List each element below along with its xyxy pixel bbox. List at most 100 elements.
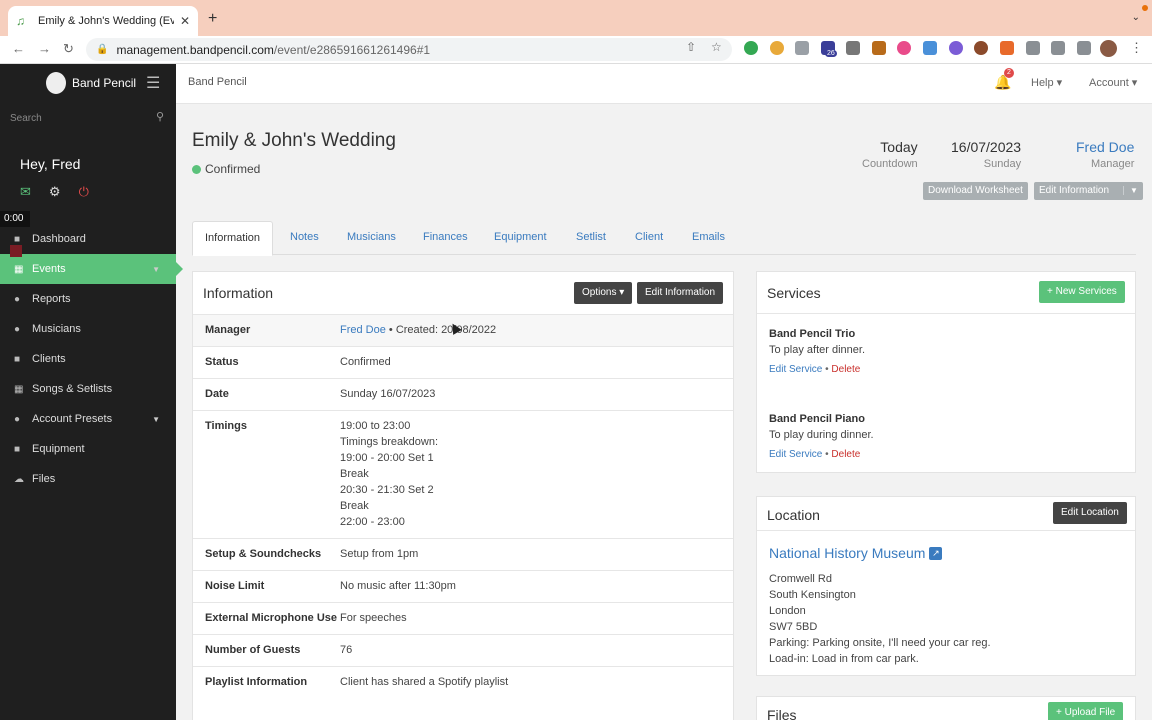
forward-icon[interactable]: → — [38, 41, 51, 56]
download-worksheet-button[interactable]: Download Worksheet — [923, 182, 1028, 200]
extension-camera-icon[interactable] — [846, 41, 860, 55]
list-item: Band Pencil Trio To play after dinner. E… — [769, 328, 866, 375]
music-icon: ▦ — [14, 383, 24, 395]
sidebar-item-dashboard[interactable]: ■ Dashboard — [0, 224, 176, 254]
sidebar-item-reports[interactable]: ● Reports — [0, 284, 176, 314]
chevron-down-icon: ▼ — [152, 414, 160, 424]
delete-service-link[interactable]: Delete — [831, 449, 860, 460]
tab-notes[interactable]: Notes — [290, 231, 319, 243]
sidebar-item-musicians[interactable]: ● Musicians — [0, 314, 176, 344]
table-row: Manager Fred Doe • Created: 20/08/2022 — [193, 314, 733, 346]
sidebar-item-equipment[interactable]: ■ Equipment — [0, 434, 176, 464]
search-icon[interactable]: ⚲ — [156, 110, 164, 123]
information-table: Manager Fred Doe • Created: 20/08/2022 S… — [193, 314, 733, 698]
manager-link[interactable]: Fred Doe — [340, 324, 386, 336]
extension-grey-icon[interactable] — [795, 41, 809, 55]
location-panel-header: Location Edit Location — [757, 497, 1135, 531]
gear-icon[interactable]: ⚙ — [49, 184, 61, 200]
sidebar-item-songs-setlists[interactable]: ▦ Songs & Setlists — [0, 374, 176, 404]
information-panel-header: Information Options ▾ Edit Information — [193, 272, 733, 314]
extension-home-icon[interactable] — [1000, 41, 1014, 55]
sidebar-item-account-presets[interactable]: ● Account Presets ▼ — [0, 404, 176, 434]
manager-link[interactable]: Fred Doe — [1076, 139, 1134, 155]
kebab-menu-icon[interactable]: ⋮ — [1130, 40, 1143, 56]
table-row: Playlist Information Client has shared a… — [193, 666, 733, 698]
status-dot-icon — [192, 164, 201, 174]
tab-information[interactable]: Information — [192, 221, 274, 256]
new-services-button[interactable]: + New Services — [1039, 281, 1125, 303]
reload-icon[interactable]: ↻ — [63, 41, 74, 57]
edit-information-button[interactable]: Edit Information — [637, 282, 724, 304]
sidepanel-icon[interactable] — [1077, 41, 1091, 55]
table-row: Timings 19:00 to 23:00 Timings breakdown… — [193, 410, 733, 538]
envelope-icon[interactable]: ✉ — [20, 184, 31, 200]
location-address: Cromwell Rd South Kensington London SW7 … — [769, 573, 991, 665]
breadcrumb[interactable]: Band Pencil — [188, 76, 247, 88]
bandpencil-favicon-icon: ♫ — [16, 14, 25, 28]
back-icon[interactable]: ← — [12, 41, 25, 56]
table-row: Noise Limit No music after 11:30pm — [193, 570, 733, 602]
star-icon[interactable]: ☆ — [711, 40, 722, 54]
sidebar-item-events[interactable]: ▦ Events ▼ — [0, 254, 183, 284]
chevron-down-icon[interactable]: ⌄ — [1132, 12, 1140, 23]
hamburger-menu-icon[interactable]: ☰ — [146, 73, 160, 93]
sidebar-item-clients[interactable]: ■ Clients — [0, 344, 176, 374]
new-tab-icon[interactable]: + — [208, 10, 217, 28]
browser-tab[interactable]: ♫ Emily & John's Wedding (Event ✕ — [8, 6, 198, 36]
chart-icon: ● — [14, 293, 21, 305]
extension-purple-icon[interactable] — [949, 41, 963, 55]
manager-stat: Fred Doe Manager — [1076, 139, 1135, 170]
tab-equipment[interactable]: Equipment — [494, 231, 547, 243]
tab-finances[interactable]: Finances — [423, 231, 468, 243]
presets-icon: ● — [14, 413, 21, 425]
brand-name: Band Pencil — [72, 76, 137, 90]
location-link[interactable]: National History Museum ↗ — [769, 545, 943, 561]
extension-green-icon[interactable] — [744, 41, 758, 55]
delete-service-link[interactable]: Delete — [831, 364, 860, 375]
list-item: Band Pencil Piano To play during dinner.… — [769, 413, 874, 460]
extension-brown-icon[interactable] — [974, 41, 988, 55]
files-panel-title: Files — [767, 707, 797, 720]
clients-icon: ■ — [14, 353, 21, 365]
notification-badge: 2 — [1004, 68, 1014, 78]
tab-musicians[interactable]: Musicians — [347, 231, 396, 243]
edit-location-button[interactable]: Edit Location — [1053, 502, 1127, 524]
options-dropdown-button[interactable]: Options ▾ — [574, 282, 633, 304]
brand-logo[interactable]: Band Pencil — [46, 72, 136, 94]
url-input[interactable]: 🔒 management.bandpencil.com/event/e28659… — [86, 38, 732, 61]
close-icon[interactable]: ✕ — [180, 14, 190, 28]
profile-avatar[interactable] — [1100, 40, 1117, 57]
update-dot-icon — [1142, 5, 1148, 11]
table-row: Number of Guests 76 — [193, 634, 733, 666]
event-tabs: Information Notes Musicians Finances Equ… — [192, 221, 1136, 256]
information-panel: Information Options ▾ Edit Information M… — [192, 271, 734, 720]
extension-badge-count: 26 — [825, 50, 837, 57]
share-icon[interactable]: ⇧ — [686, 40, 696, 54]
tab-setlist[interactable]: Setlist — [576, 231, 606, 243]
location-panel: Location Edit Location National History … — [756, 496, 1136, 676]
extension-orange-icon[interactable] — [872, 41, 886, 55]
table-row: Date Sunday 16/07/2023 — [193, 378, 733, 410]
tab-emails[interactable]: Emails — [692, 231, 725, 243]
account-menu[interactable]: Account ▾ — [1089, 76, 1137, 89]
sidebar-item-files[interactable]: ☁ Files — [0, 464, 176, 494]
browser-tab-title: Emily & John's Wedding (Event — [38, 15, 174, 27]
record-stop-button[interactable] — [10, 245, 22, 257]
sidebar-search-input[interactable]: Search ⚲ — [10, 110, 166, 126]
table-row: Setup & Soundchecks Setup from 1pm — [193, 538, 733, 570]
extension-blue-icon[interactable] — [923, 41, 937, 55]
url-host: management.bandpencil.com — [116, 42, 274, 57]
help-menu[interactable]: Help ▾ — [1031, 76, 1062, 89]
browser-tab-bar: ♫ Emily & John's Wedding (Event ✕ + ⌄ — [0, 0, 1152, 36]
edit-service-link[interactable]: Edit Service — [769, 449, 822, 460]
tab-client[interactable]: Client — [635, 231, 663, 243]
puzzle-icon[interactable] — [1026, 41, 1040, 55]
edit-information-dropdown-button[interactable]: Edit Information ▼ — [1034, 182, 1143, 200]
upload-file-button[interactable]: + Upload File — [1048, 702, 1124, 720]
power-icon[interactable]: ⏻ — [79, 184, 89, 200]
extension-color-icon[interactable] — [897, 41, 911, 55]
edit-service-link[interactable]: Edit Service — [769, 364, 822, 375]
timer-display: 0:00 — [0, 211, 30, 227]
extension-cookie-icon[interactable] — [770, 41, 784, 55]
playlist-icon[interactable] — [1051, 41, 1065, 55]
